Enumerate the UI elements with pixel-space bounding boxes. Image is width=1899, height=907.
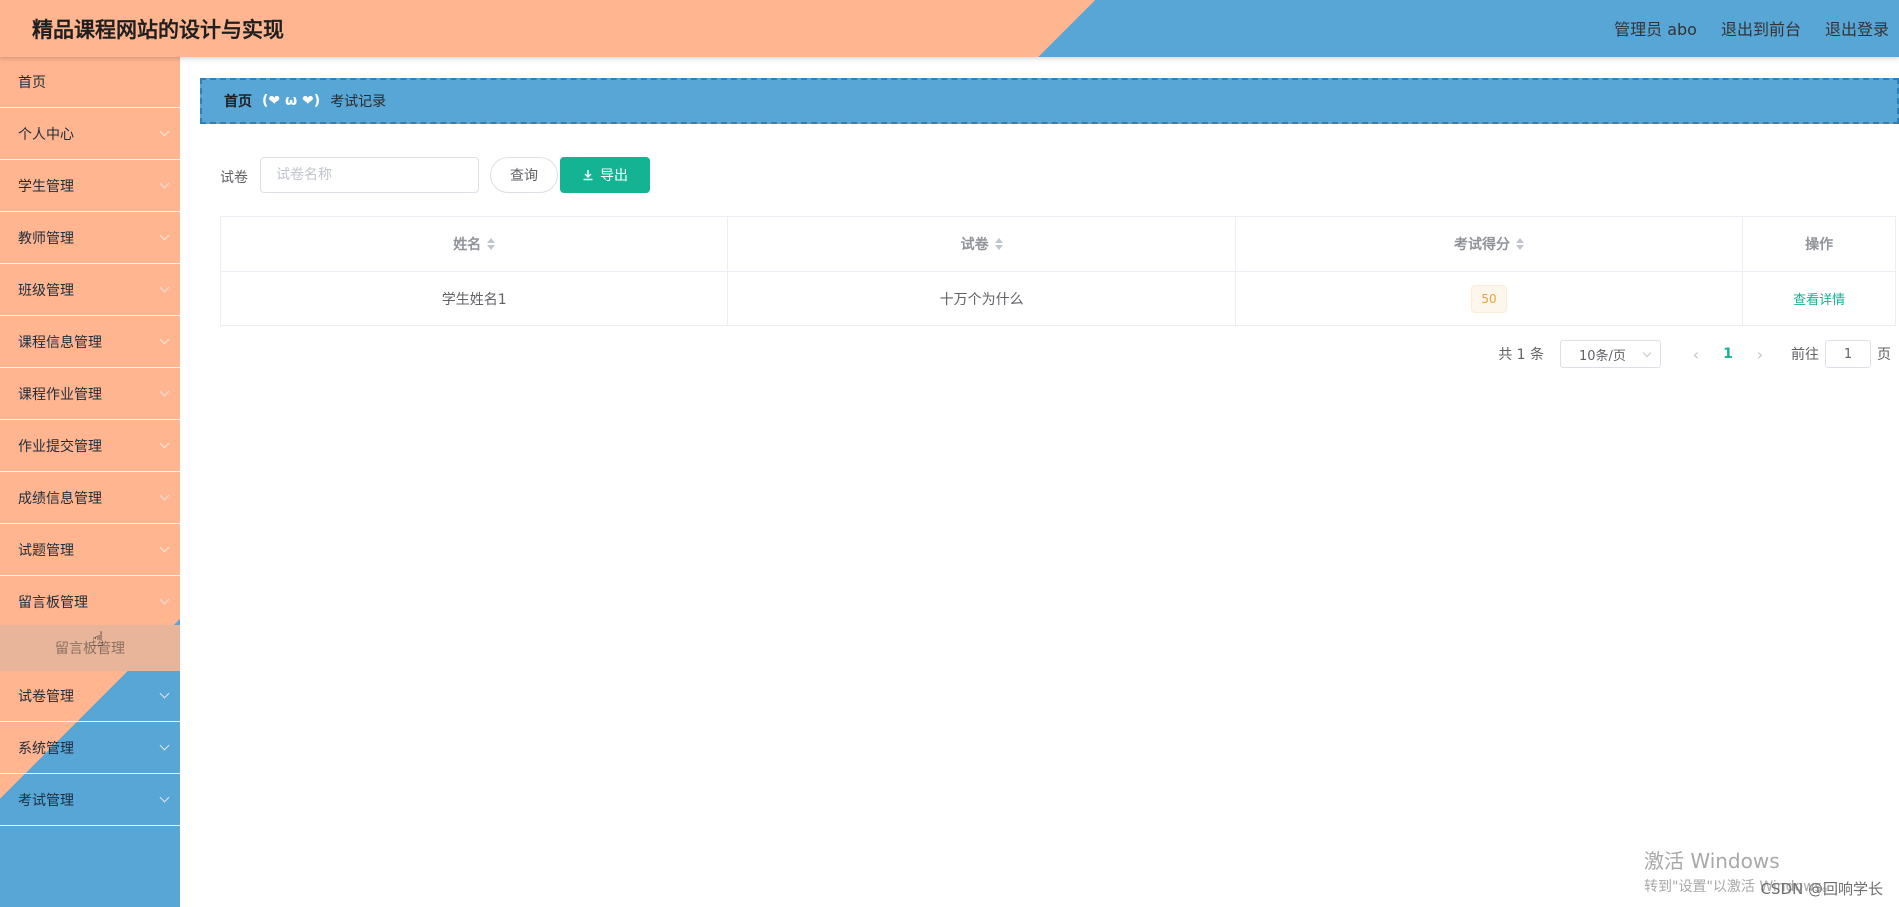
column-header-name[interactable]: 姓名 xyxy=(221,217,729,271)
sidebar-item-system[interactable]: 系统管理 xyxy=(0,723,180,774)
chevron-down-icon xyxy=(159,282,170,293)
search-label: 试卷 xyxy=(220,170,248,186)
export-button-label: 导出 xyxy=(600,168,628,184)
sidebar-item-label: 课程作业管理 xyxy=(18,387,102,403)
chevron-down-icon xyxy=(159,594,170,605)
next-page-button[interactable]: › xyxy=(1743,345,1777,364)
column-header-paper[interactable]: 试卷 xyxy=(728,217,1236,271)
table-header-row: 姓名 试卷 考试得分 操作 xyxy=(221,217,1895,272)
sidebar-item-label: 学生管理 xyxy=(18,179,74,195)
sidebar-item-message-board[interactable]: 留言板管理 xyxy=(0,577,180,628)
back-to-frontend-link[interactable]: 退出到前台 xyxy=(1721,16,1801,40)
query-button[interactable]: 查询 xyxy=(490,157,558,193)
sidebar-item-label: 作业提交管理 xyxy=(18,439,102,455)
pagination: 共 1 条 10条/页 ‹ 1 › 前往 页 xyxy=(1498,340,1891,368)
sidebar-item-label: 试题管理 xyxy=(18,543,74,559)
chevron-down-icon xyxy=(159,334,170,345)
chevron-down-icon xyxy=(159,178,170,189)
cell-student-name: 学生姓名1 xyxy=(221,272,729,325)
cell-score: 50 xyxy=(1236,272,1744,325)
goto-label: 前往 xyxy=(1791,347,1819,363)
sidebar-item-label: 课程信息管理 xyxy=(18,335,102,351)
sidebar-item-label: 教师管理 xyxy=(18,231,74,247)
chevron-down-icon xyxy=(159,126,170,137)
sidebar-item-course-homework[interactable]: 课程作业管理 xyxy=(0,369,180,420)
view-details-link[interactable]: 查看详情 xyxy=(1793,289,1845,308)
sidebar-item-label: 留言板管理 xyxy=(18,595,88,611)
sidebar-item-label: 首页 xyxy=(18,75,46,91)
page-size-select[interactable]: 10条/页 xyxy=(1560,340,1661,368)
chevron-down-icon xyxy=(159,230,170,241)
sidebar-item-label: 班级管理 xyxy=(18,283,74,299)
top-header: 精品课程网站的设计与实现 管理员 abo 退出到前台 退出登录 xyxy=(0,0,1899,57)
current-user-label: 管理员 abo xyxy=(1614,20,1697,39)
pagination-total: 共 1 条 xyxy=(1498,347,1544,363)
sidebar-item-questions[interactable]: 试题管理 xyxy=(0,525,180,576)
goto-page-input[interactable] xyxy=(1825,340,1871,368)
page-unit-label: 页 xyxy=(1877,347,1891,363)
sidebar: 首页 个人中心 学生管理 教师管理 班级管理 课程信息管理 课程作业管理 作业提… xyxy=(0,57,180,907)
sort-icon[interactable] xyxy=(1515,238,1524,250)
breadcrumb-separator: (❤ ω ❤) xyxy=(262,93,321,109)
chevron-down-icon xyxy=(1642,348,1652,358)
table-row: 学生姓名1 十万个为什么 50 查看详情 xyxy=(221,272,1895,325)
chevron-down-icon xyxy=(159,792,170,803)
sort-icon[interactable] xyxy=(487,238,496,250)
breadcrumb-home[interactable]: 首页 xyxy=(224,91,252,111)
sort-icon[interactable] xyxy=(994,238,1003,250)
export-button[interactable]: 导出 xyxy=(560,157,650,193)
chevron-down-icon xyxy=(159,386,170,397)
column-header-score[interactable]: 考试得分 xyxy=(1236,217,1744,271)
csdn-watermark: CSDN @回响学长 xyxy=(1760,880,1883,898)
sidebar-item-label: 系统管理 xyxy=(18,741,74,757)
search-input[interactable] xyxy=(260,157,479,193)
cell-paper-name: 十万个为什么 xyxy=(728,272,1236,325)
header-actions: 管理员 abo 退出到前台 退出登录 xyxy=(1614,16,1889,40)
column-header-actions: 操作 xyxy=(1805,237,1834,253)
sidebar-item-label: 个人中心 xyxy=(18,127,74,143)
chevron-down-icon xyxy=(159,542,170,553)
chevron-down-icon xyxy=(159,438,170,449)
page-number-current[interactable]: 1 xyxy=(1713,346,1743,362)
chevron-down-icon xyxy=(159,740,170,751)
submenu-item-message-board[interactable]: 留言板管理 xyxy=(0,625,180,671)
sidebar-item-grades[interactable]: 成绩信息管理 xyxy=(0,473,180,524)
sidebar-item-homework-submission[interactable]: 作业提交管理 xyxy=(0,421,180,472)
sidebar-item-personal-center[interactable]: 个人中心 xyxy=(0,109,180,160)
prev-page-button[interactable]: ‹ xyxy=(1679,345,1713,364)
sidebar-item-home[interactable]: 首页 xyxy=(0,57,180,108)
sidebar-item-exam-papers[interactable]: 试卷管理 xyxy=(0,671,180,722)
sidebar-item-classes[interactable]: 班级管理 xyxy=(0,265,180,316)
download-icon xyxy=(583,170,593,181)
breadcrumb-current: 考试记录 xyxy=(330,94,387,110)
logout-link[interactable]: 退出登录 xyxy=(1825,16,1889,40)
sidebar-item-exams[interactable]: 考试管理 xyxy=(0,775,180,826)
score-badge: 50 xyxy=(1470,284,1507,313)
sidebar-item-teachers[interactable]: 教师管理 xyxy=(0,213,180,264)
sidebar-item-course-info[interactable]: 课程信息管理 xyxy=(0,317,180,368)
sidebar-item-label: 考试管理 xyxy=(18,793,74,809)
site-title: 精品课程网站的设计与实现 xyxy=(32,18,284,42)
sidebar-item-label: 成绩信息管理 xyxy=(18,491,102,507)
chevron-down-icon xyxy=(159,490,170,501)
cell-actions: 查看详情 xyxy=(1743,272,1895,325)
sidebar-item-students[interactable]: 学生管理 xyxy=(0,161,180,212)
chevron-down-icon xyxy=(159,688,170,699)
breadcrumb: 首页 (❤ ω ❤) 考试记录 xyxy=(200,78,1899,124)
sidebar-item-label: 试卷管理 xyxy=(18,689,74,705)
exam-records-table: 姓名 试卷 考试得分 操作 学生姓名1 十万个为什么 50 查看详情 xyxy=(220,216,1896,326)
